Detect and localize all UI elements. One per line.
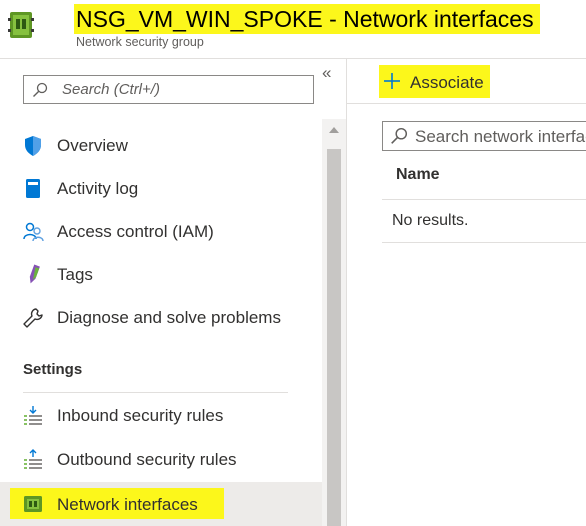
search-icon: [33, 82, 48, 97]
column-header-name[interactable]: Name: [396, 166, 440, 184]
page-header: NSG_VM_WIN_SPOKE - Network interfaces Ne…: [0, 0, 586, 58]
scrollbar-thumb[interactable]: [327, 149, 341, 526]
section-divider: [23, 392, 288, 393]
sidebar-item-diagnose[interactable]: Diagnose and solve problems: [0, 297, 322, 337]
sidebar-item-label: Network interfaces: [57, 495, 198, 514]
sidebar-item-label: Tags: [57, 265, 93, 284]
plus-icon: [384, 73, 400, 89]
command-bar-divider: [347, 103, 586, 104]
search-placeholder: Search network interfaces: [415, 127, 586, 146]
table-header-divider: [382, 199, 586, 200]
sidebar-item-outbound-rules[interactable]: Outbound security rules: [0, 439, 322, 479]
network-security-group-icon: [8, 12, 34, 38]
associate-label: Associate: [410, 73, 484, 92]
sidebar-item-label: Activity log: [57, 179, 139, 198]
wrench-icon: [23, 308, 43, 328]
search-icon: [391, 127, 408, 144]
empty-results-text: No results.: [392, 212, 469, 229]
page-subtitle: Network security group: [76, 35, 204, 49]
sidebar-item-label: Diagnose and solve problems: [57, 308, 281, 327]
scroll-up-arrow-icon[interactable]: [329, 127, 339, 133]
sidebar-item-network-interfaces[interactable]: Network interfaces: [0, 482, 322, 526]
sidebar-item-activity-log[interactable]: Activity log: [0, 168, 322, 208]
sidebar-item-label: Outbound security rules: [57, 450, 237, 469]
sidebar: Search (Ctrl+/) « Overview Activity log …: [0, 59, 346, 526]
sidebar-item-tags[interactable]: Tags: [0, 254, 322, 294]
table-row-divider: [382, 242, 586, 243]
sidebar-item-label: Inbound security rules: [57, 406, 224, 425]
shield-icon: [25, 136, 41, 156]
sidebar-item-inbound-rules[interactable]: Inbound security rules: [0, 395, 322, 435]
main-content: Associate Search network interfaces Name…: [347, 59, 586, 526]
tag-icon: [29, 264, 40, 284]
title-highlight: NSG_VM_WIN_SPOKE - Network interfaces: [74, 4, 540, 34]
section-header-settings: Settings: [23, 361, 83, 378]
sidebar-item-overview[interactable]: Overview: [0, 125, 322, 165]
sidebar-scrollbar[interactable]: [322, 119, 346, 526]
people-icon: [23, 222, 44, 242]
network-interface-icon: [24, 496, 42, 512]
sidebar-item-label: Access control (IAM): [57, 222, 214, 241]
inbound-rules-icon: [24, 406, 42, 425]
sidebar-search-placeholder: Search (Ctrl+/): [62, 81, 160, 98]
page-title: NSG_VM_WIN_SPOKE - Network interfaces: [76, 6, 534, 32]
network-interface-search-input[interactable]: Search network interfaces: [382, 121, 586, 151]
activity-log-icon: [26, 179, 40, 198]
sidebar-item-label: Overview: [57, 136, 128, 155]
sidebar-item-access-control[interactable]: Access control (IAM): [0, 211, 322, 251]
collapse-sidebar-icon[interactable]: «: [322, 63, 331, 83]
outbound-rules-icon: [24, 449, 42, 469]
sidebar-search-input[interactable]: Search (Ctrl+/): [23, 75, 314, 104]
